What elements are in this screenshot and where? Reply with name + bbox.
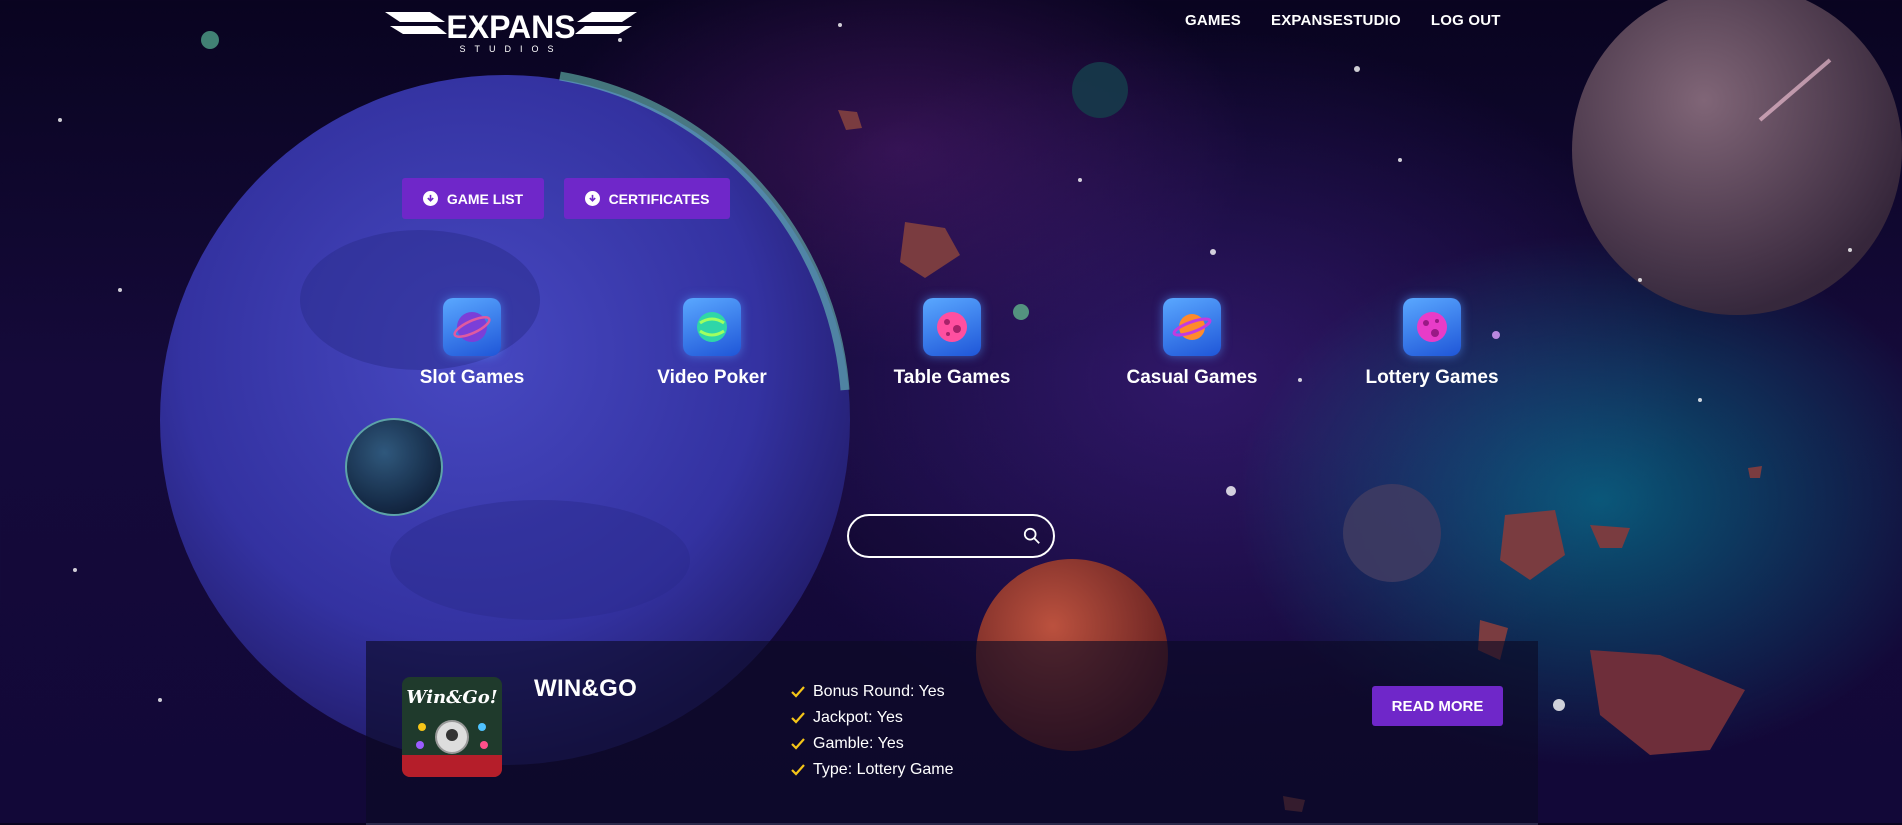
category-label: Lottery Games: [1365, 367, 1499, 388]
magenta-planet-icon: [1403, 298, 1461, 356]
category-label: Video Poker: [657, 367, 767, 388]
certificates-button[interactable]: CERTIFICATES: [564, 178, 730, 219]
download-icon: [584, 191, 600, 206]
feature-item: Gamble: Yes: [791, 731, 954, 757]
feature-item: Bonus Round: Yes: [791, 679, 954, 705]
download-icon: [422, 191, 438, 206]
green-swirl-planet-icon: [683, 298, 741, 356]
certificates-label: CERTIFICATES: [608, 190, 710, 207]
thumbnail-title: Win&Go!: [406, 687, 497, 708]
checkmark-icon: [791, 686, 805, 698]
nav-logout[interactable]: LOG OUT: [1431, 12, 1501, 29]
search-input[interactable]: [867, 524, 1011, 550]
feature-item: Jackpot: Yes: [791, 705, 954, 731]
search-box: [847, 514, 1055, 558]
category-label: Casual Games: [1126, 367, 1258, 388]
category-casual-games[interactable]: Casual Games: [1092, 298, 1292, 389]
game-features: Bonus Round: Yes Jackpot: Yes Gamble: Ye…: [791, 679, 954, 783]
game-title[interactable]: WIN&GO: [534, 675, 637, 703]
category-video-poker[interactable]: Video Poker: [612, 298, 812, 389]
purple-planet-icon: [443, 298, 501, 356]
category-table-games[interactable]: Table Games: [852, 298, 1052, 389]
nav-expansestudio[interactable]: EXPANSESTUDIO: [1271, 12, 1401, 29]
feature-text: Type: Lottery Game: [813, 761, 954, 778]
category-label: Slot Games: [419, 367, 525, 388]
feature-text: Jackpot: Yes: [813, 709, 903, 726]
checkmark-icon: [791, 764, 805, 776]
logo-subtext: STUDIOS: [459, 44, 562, 54]
game-thumbnail[interactable]: Win&Go!: [402, 677, 502, 777]
category-slot-games[interactable]: Slot Games: [372, 298, 572, 389]
top-nav: GAMES EXPANSESTUDIO LOG OUT: [1185, 12, 1501, 29]
logo-text: EXPANS: [446, 9, 575, 45]
pink-cratered-planet-icon: [923, 298, 981, 356]
feature-text: Bonus Round: Yes: [813, 683, 945, 700]
game-list-button[interactable]: GAME LIST: [402, 178, 544, 219]
nav-games[interactable]: GAMES: [1185, 12, 1241, 29]
checkmark-icon: [791, 738, 805, 750]
category-label: Table Games: [893, 367, 1011, 388]
orange-ringed-planet-icon: [1163, 298, 1221, 356]
read-more-button[interactable]: READ MORE: [1372, 686, 1503, 726]
expans-studios-logo[interactable]: EXPANS STUDIOS: [385, 4, 637, 54]
feature-text: Gamble: Yes: [813, 735, 904, 752]
feature-item: Type: Lottery Game: [791, 757, 954, 783]
game-list-label: GAME LIST: [446, 190, 524, 207]
search-icon[interactable]: [1023, 527, 1041, 545]
checkmark-icon: [791, 712, 805, 724]
game-card: Win&Go! WIN&GO Bonus Round: Yes Jackpot:…: [366, 641, 1538, 825]
category-lottery-games[interactable]: Lottery Games: [1332, 298, 1532, 389]
